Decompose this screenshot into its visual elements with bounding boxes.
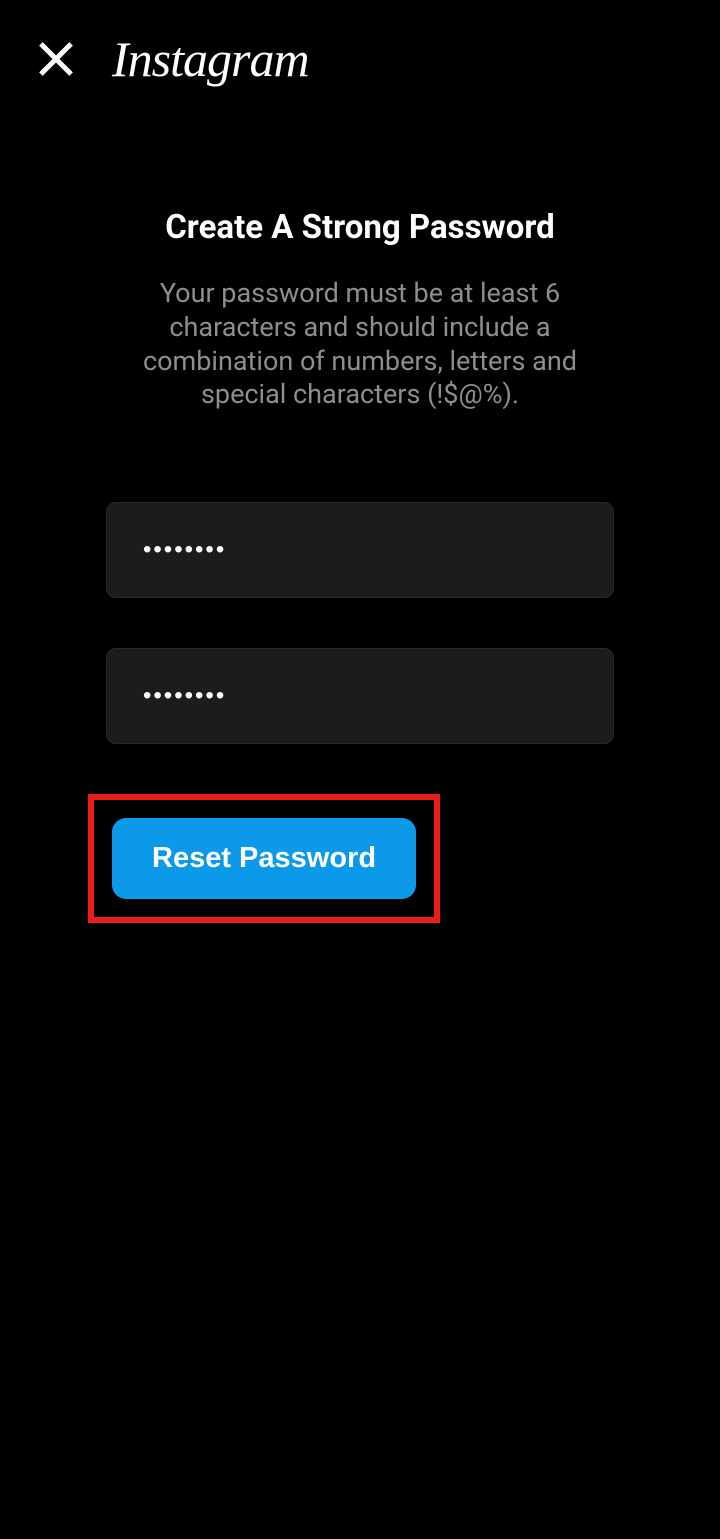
page-title: Create A Strong Password bbox=[70, 208, 650, 247]
confirm-password-input[interactable] bbox=[106, 648, 614, 744]
new-password-input[interactable] bbox=[106, 502, 614, 598]
highlight-annotation: Reset Password bbox=[88, 794, 440, 923]
header-bar: Instagram bbox=[0, 0, 720, 118]
app-logo: Instagram bbox=[112, 30, 309, 88]
password-requirements-text: Your password must be at least 6 charact… bbox=[70, 277, 650, 412]
main-content: Create A Strong Password Your password m… bbox=[0, 118, 720, 923]
close-icon[interactable] bbox=[36, 39, 76, 79]
reset-password-button[interactable]: Reset Password bbox=[112, 818, 416, 899]
password-form: Reset Password bbox=[70, 502, 650, 923]
